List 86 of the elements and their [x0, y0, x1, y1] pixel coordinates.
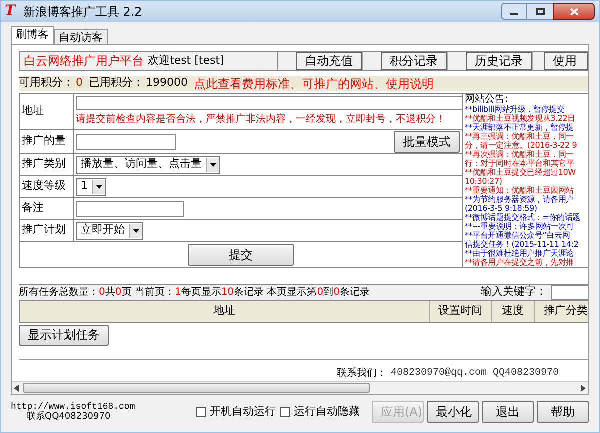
column-header[interactable]: 设置时间 — [430, 301, 492, 322]
contact-label: 联系我们： — [336, 366, 387, 381]
column-header[interactable]: 速度 — [492, 301, 535, 322]
website-url: http://www.isoft168.com — [11, 402, 136, 412]
checkbox[interactable] — [280, 407, 290, 417]
notice-line: **重要通知：优酷和土豆因网站 — [465, 186, 574, 195]
platform-name: 白云网络推广用户平台 — [24, 53, 144, 70]
note-label: 备注 — [20, 198, 74, 219]
welcome-text: 欢迎test [test] — [148, 52, 224, 69]
toolbar-button[interactable]: 积分记录 — [381, 52, 447, 70]
notice-line: **天涯部落不正常更新，暂停提 — [465, 123, 574, 132]
close-icon[interactable] — [553, 3, 595, 20]
contact-info: 408230970@qq.com QQ408230970 — [390, 366, 559, 381]
checkbox[interactable] — [196, 407, 206, 417]
legal-warning: 请提交前检查内容是否合法，严禁推广非法内容，一经发现，立即封号，不退积分！ — [76, 112, 447, 127]
checkbox-label: 运行自动隐藏 — [294, 404, 360, 420]
notice-line: 10:30:27) — [465, 177, 502, 186]
plan-label: 推广计划 — [20, 220, 74, 241]
column-header[interactable]: 地址 — [20, 301, 430, 322]
stat-label: 到 — [324, 286, 334, 300]
available-credits-value: 0 — [76, 75, 83, 92]
notice-line: **请各用户在提交之前，先对推 — [465, 258, 574, 267]
category-dropdown[interactable]: 播放量、访问量、点击量 — [76, 156, 220, 174]
toolbar-button[interactable]: 自动充值 — [296, 52, 362, 70]
scroll-left-icon[interactable] — [14, 384, 19, 392]
horizontal-scrollbar[interactable] — [12, 381, 588, 394]
minimize-icon[interactable] — [501, 3, 527, 20]
maximize-icon[interactable] — [527, 3, 553, 20]
column-header[interactable]: 推广分类 — [535, 301, 588, 322]
keyword-label: 输入关键字： — [481, 284, 547, 300]
address-label: 地址 — [20, 94, 74, 129]
stat-label: 条记录 本页显示第 — [234, 286, 318, 300]
scroll-right-icon[interactable] — [581, 384, 586, 392]
plan-dropdown[interactable]: 立即开始 — [76, 222, 143, 240]
stat-value: 0 — [115, 287, 122, 300]
window-title: 新浪博客推广工具 2.2 — [23, 4, 144, 20]
notice-line: 行：对于同时在本平台和其它平 — [465, 159, 574, 168]
submit-button[interactable]: 提交 — [188, 244, 294, 266]
batch-mode-button[interactable]: 批量模式 — [394, 130, 460, 152]
notice-line: **优酷和土豆视频发现从3.22日 — [465, 114, 576, 123]
notice-line: **微博话题提交格式：=你的话题 — [465, 213, 581, 222]
notice-line: **为节约服务器资源，请各用户 — [465, 195, 574, 204]
stat-value: 0 — [334, 286, 340, 300]
notice-title: 网站公告: — [465, 94, 510, 105]
speed-label: 速度等级 — [20, 176, 74, 197]
footer-button[interactable]: 退出 — [482, 401, 534, 423]
amount-field[interactable] — [76, 134, 176, 150]
notice-line: 分，请一定注意。(2016-3-22 9 — [465, 141, 578, 150]
stat-value: 0 — [317, 286, 324, 300]
toolbar-button[interactable]: 使用 — [544, 52, 588, 70]
stat-label: 页 当前页： — [122, 286, 175, 300]
checkbox-label: 开机自动运行 — [210, 404, 276, 420]
stat-value: 10 — [221, 286, 234, 300]
category-label: 推广类别 — [20, 154, 74, 175]
footer-qq: 联系QQ408230970 — [26, 412, 112, 422]
stat-label: 共 — [105, 286, 116, 300]
used-credits-value: 199000 — [146, 75, 188, 92]
tab[interactable]: 刷博客 — [11, 26, 54, 44]
tab[interactable]: 自动访客 — [54, 29, 108, 44]
amount-label: 推广的量 — [20, 130, 74, 153]
notice-line: **优酷和土豆提交已经超过10W — [465, 168, 576, 177]
show-plan-button[interactable]: 显示计划任务 — [19, 324, 109, 346]
footer-button[interactable]: 最小化 — [427, 401, 479, 423]
stat-label: 每页显示 — [181, 286, 222, 300]
app-logo: T — [5, 2, 16, 21]
notice-line: 信提交任务！(2015-11-11 14:2 — [465, 240, 579, 249]
used-credits-label: 已用积分： — [89, 75, 144, 92]
notice-line: **---重要说明：许多网站一次可 — [465, 222, 574, 231]
notice-line: **平台开通微信公众号“白云网 — [465, 231, 570, 240]
stat-value: 1 — [174, 286, 182, 300]
scrollbar-thumb[interactable] — [23, 383, 370, 393]
toolbar-button[interactable]: 历史记录 — [466, 52, 532, 70]
address-field[interactable] — [76, 96, 462, 110]
stat-label: 所有任务总数量： — [19, 286, 99, 300]
notice-line: **bilibili网站升级，暂停提交 — [465, 105, 565, 114]
notice-line: **再次强调：优酷和土豆，同一 — [465, 150, 574, 159]
stat-value: 0 — [99, 286, 106, 300]
notice-line: **再三强调：优酷和土豆，同一 — [465, 132, 574, 141]
notice-line: (2016-3-5 9:18:59) — [465, 204, 538, 213]
keyword-field[interactable] — [551, 285, 588, 300]
stat-label: 条记录 — [340, 286, 370, 300]
available-credits-label: 可用积分： — [19, 75, 74, 92]
footer-button[interactable]: 帮助 — [537, 401, 589, 423]
notice-line: **由于很难杜绝用户推广天涯论 — [465, 249, 574, 258]
note-field[interactable] — [76, 200, 184, 216]
speed-dropdown[interactable]: 1 — [76, 178, 106, 196]
